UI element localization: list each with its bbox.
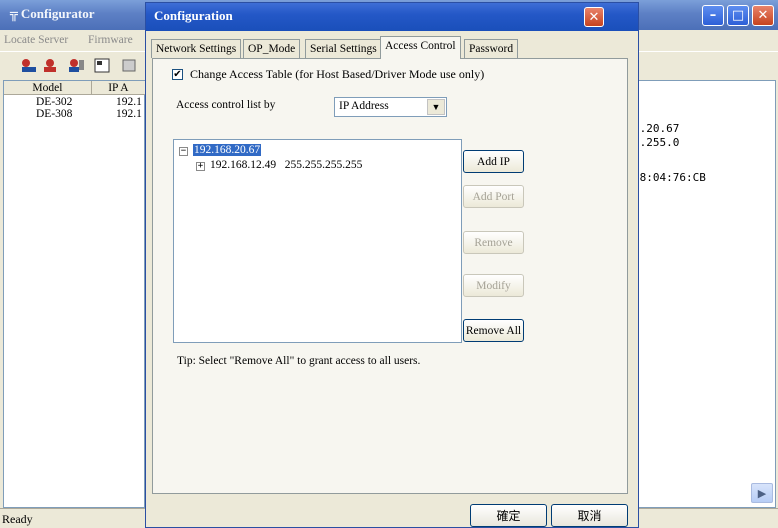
close-icon[interactable]: ✕ (584, 7, 604, 27)
column-model[interactable]: Model (4, 81, 92, 95)
device-list[interactable]: Model IP A DE-302 192.1 DE-308 192.1 (3, 80, 146, 508)
acl-by-select[interactable]: IP Address ▼ (334, 97, 447, 117)
modify-button[interactable]: Modify (463, 274, 524, 297)
collapse-icon[interactable]: − (179, 147, 188, 156)
user-icon[interactable] (41, 57, 59, 74)
menu-locate-server[interactable]: Locate Server (4, 34, 68, 46)
remove-button[interactable]: Remove (463, 231, 524, 254)
dialog-title-bar[interactable]: Configuration ✕ (146, 3, 638, 31)
scroll-right-icon[interactable]: ▶ (751, 483, 773, 503)
list-header: Model IP A (4, 81, 146, 95)
details-panel: 1 3.20.67 5.255.0 E8:04:76:CB ▶ (630, 80, 776, 508)
detail-ip: 3.20.67 (633, 122, 680, 135)
menu-firmware[interactable]: Firmware (88, 34, 133, 46)
list-item[interactable]: DE-308 192.1 (4, 108, 146, 120)
acl-by-value: IP Address (339, 100, 389, 112)
export-icon[interactable] (122, 57, 140, 74)
tab-serial-settings[interactable]: Serial Settings (305, 39, 382, 58)
main-close-icon[interactable]: ✕ (752, 5, 774, 26)
list-item[interactable]: DE-302 192.1 (4, 96, 146, 108)
user-config-icon[interactable] (67, 57, 85, 74)
properties-icon[interactable] (94, 57, 112, 74)
app-icon: ╦ (10, 6, 18, 22)
minimize-icon[interactable]: – (702, 5, 724, 26)
tip-text: Tip: Select "Remove All" to grant access… (177, 355, 421, 367)
configuration-dialog: Configuration ✕ Network Settings OP_Mode… (145, 2, 639, 528)
tab-network-settings[interactable]: Network Settings (151, 39, 242, 58)
cancel-button[interactable]: 取消 (551, 504, 628, 527)
tab-password[interactable]: Password (464, 39, 519, 58)
change-access-label[interactable]: Change Access Table (for Host Based/Driv… (190, 67, 484, 82)
tab-op-mode[interactable]: OP_Mode (243, 39, 301, 58)
change-access-checkbox[interactable]: ✔ (172, 69, 183, 80)
add-ip-button[interactable]: Add IP (463, 150, 524, 173)
expand-icon[interactable]: + (196, 162, 205, 171)
locate-server-icon[interactable] (20, 57, 38, 74)
status-text: Ready (2, 512, 33, 526)
dialog-title: Configuration (154, 8, 233, 23)
remove-all-button[interactable]: Remove All (463, 319, 524, 342)
main-window-title: Configurator (20, 6, 95, 21)
detail-mac: E8:04:76:CB (633, 171, 706, 184)
tab-access-control[interactable]: Access Control (380, 36, 461, 59)
acl-by-label: Access control list by (176, 99, 276, 111)
access-tree[interactable]: − 192.168.20.67 + 192.168.12.49 255.255.… (173, 139, 462, 343)
ok-button[interactable]: 確定 (470, 504, 547, 527)
maximize-icon[interactable]: □ (727, 5, 749, 26)
add-port-button[interactable]: Add Port (463, 185, 524, 208)
tree-child-node[interactable]: 192.168.12.49 255.255.255.255 (210, 159, 362, 171)
column-ip[interactable]: IP A (92, 81, 146, 95)
tree-root-node[interactable]: 192.168.20.67 (193, 144, 262, 156)
chevron-down-icon[interactable]: ▼ (427, 99, 445, 115)
detail-mask: 5.255.0 (633, 136, 680, 149)
